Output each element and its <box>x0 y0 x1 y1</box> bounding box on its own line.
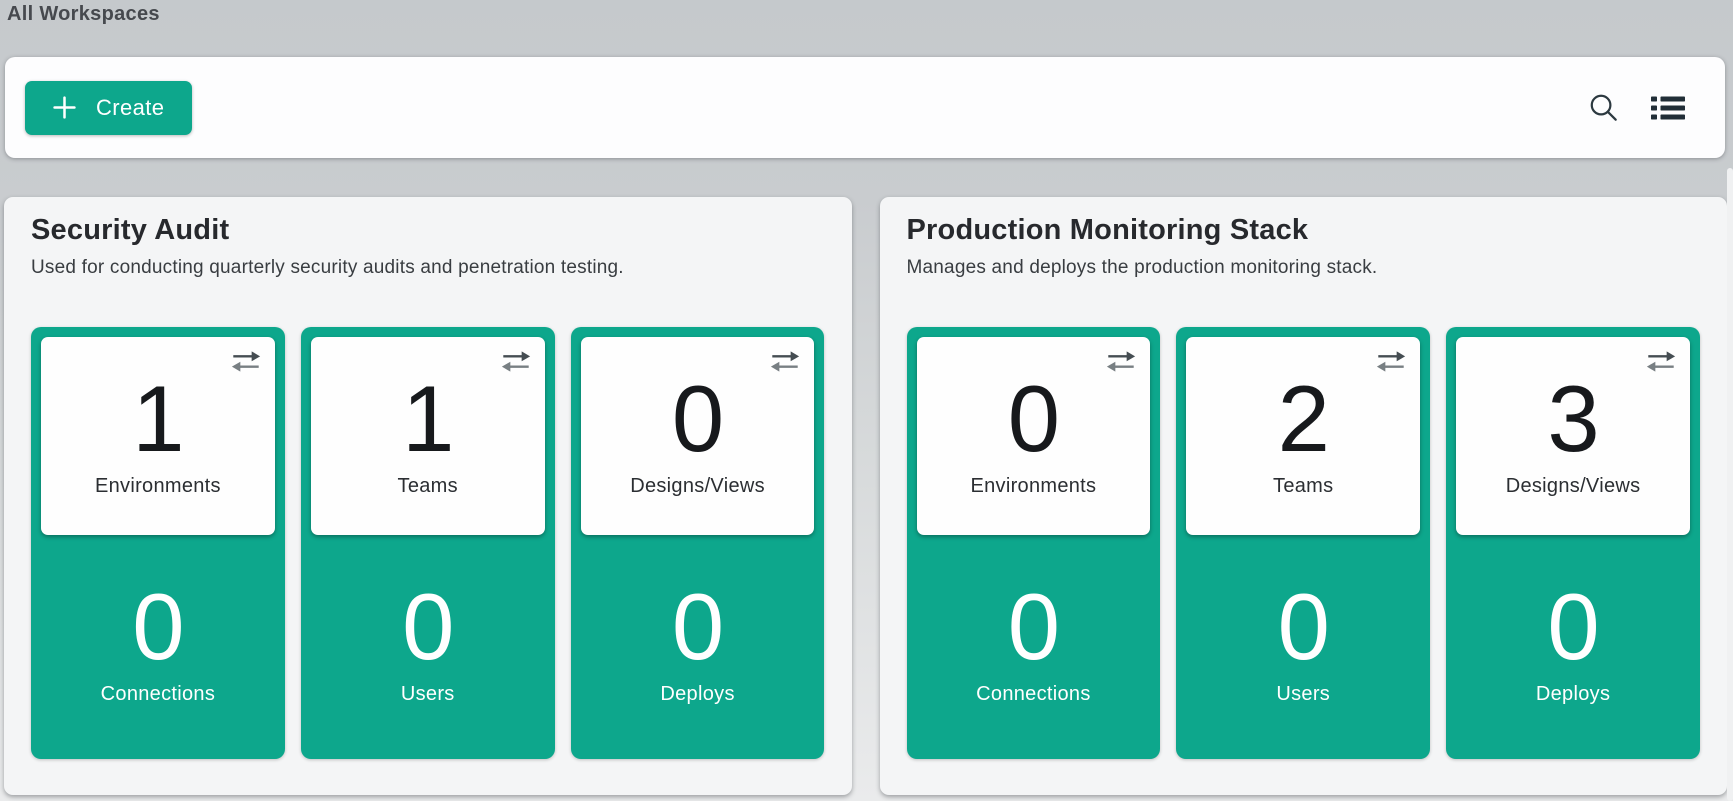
workspace-description: Used for conducting quarterly security a… <box>31 257 825 279</box>
tile-top-panel[interactable]: 1 Teams <box>311 337 545 535</box>
tile-top-label: Environments <box>970 475 1096 498</box>
swap-arrows-icon[interactable] <box>1645 349 1677 374</box>
plus-icon <box>53 96 76 119</box>
tile-top-panel[interactable]: 0 Designs/Views <box>581 337 815 535</box>
stat-tile-designs-views[interactable]: 0 Designs/Views 0 Deploys <box>571 327 825 759</box>
stat-tiles: 1 Environments 0 Connections 1 Teams <box>31 327 825 759</box>
tile-bottom-value: 0 <box>672 582 723 671</box>
tile-top-panel[interactable]: 3 Designs/Views <box>1456 337 1690 535</box>
workspace-list: Security Audit Used for conducting quart… <box>4 197 1727 795</box>
stat-tiles: 0 Environments 0 Connections 2 Teams <box>907 327 1701 759</box>
tile-top-value: 2 <box>1278 374 1329 463</box>
tile-bottom-label: Deploys <box>1536 683 1610 706</box>
swap-arrows-icon[interactable] <box>1105 349 1137 374</box>
workspace-title: Production Monitoring Stack <box>907 213 1701 247</box>
list-view-icon <box>1651 96 1685 120</box>
tile-top-value: 1 <box>132 374 183 463</box>
workspace-description: Manages and deploys the production monit… <box>907 257 1701 279</box>
tile-top-label: Environments <box>95 475 221 498</box>
stat-tile-environments[interactable]: 0 Environments 0 Connections <box>907 327 1161 759</box>
swap-arrows-icon[interactable] <box>500 349 532 374</box>
tile-top-panel[interactable]: 0 Environments <box>917 337 1151 535</box>
tile-bottom-label: Connections <box>976 683 1090 706</box>
tile-top-value: 0 <box>1008 374 1059 463</box>
tile-bottom-panel[interactable]: 0 Connections <box>917 535 1151 759</box>
tile-top-label: Teams <box>398 475 458 498</box>
tile-bottom-panel[interactable]: 0 Deploys <box>581 535 815 759</box>
tile-bottom-value: 0 <box>1008 582 1059 671</box>
workspace-card-security-audit: Security Audit Used for conducting quart… <box>4 197 852 795</box>
tile-bottom-panel[interactable]: 0 Users <box>1186 535 1420 759</box>
tile-bottom-label: Deploys <box>660 683 734 706</box>
tile-top-label: Designs/Views <box>630 475 765 498</box>
create-button-label: Create <box>96 95 164 121</box>
list-view-button[interactable] <box>1646 91 1690 125</box>
workspace-title: Security Audit <box>31 213 825 247</box>
tile-bottom-value: 0 <box>1278 582 1329 671</box>
tile-bottom-value: 0 <box>1547 582 1598 671</box>
search-icon <box>1588 92 1619 123</box>
tile-bottom-label: Users <box>401 683 455 706</box>
stat-tile-environments[interactable]: 1 Environments 0 Connections <box>31 327 285 759</box>
tile-top-value: 1 <box>402 374 453 463</box>
swap-arrows-icon[interactable] <box>769 349 801 374</box>
page-title: All Workspaces <box>0 0 1733 26</box>
tile-top-value: 3 <box>1547 374 1598 463</box>
tile-bottom-panel[interactable]: 0 Deploys <box>1456 535 1690 759</box>
tile-top-label: Designs/Views <box>1506 475 1641 498</box>
scrollbar[interactable] <box>1727 168 1733 801</box>
workspace-card-production-monitoring-stack: Production Monitoring Stack Manages and … <box>880 197 1728 795</box>
stat-tile-teams[interactable]: 1 Teams 0 Users <box>301 327 555 759</box>
tile-top-label: Teams <box>1273 475 1333 498</box>
tile-top-value: 0 <box>672 374 723 463</box>
swap-arrows-icon[interactable] <box>1375 349 1407 374</box>
stat-tile-designs-views[interactable]: 3 Designs/Views 0 Deploys <box>1446 327 1700 759</box>
tile-bottom-value: 0 <box>402 582 453 671</box>
tile-bottom-label: Users <box>1276 683 1330 706</box>
create-button[interactable]: Create <box>25 81 192 135</box>
search-button[interactable] <box>1583 87 1624 128</box>
tile-top-panel[interactable]: 1 Environments <box>41 337 275 535</box>
toolbar: Create <box>5 57 1725 158</box>
tile-bottom-panel[interactable]: 0 Connections <box>41 535 275 759</box>
tile-bottom-panel[interactable]: 0 Users <box>311 535 545 759</box>
stat-tile-teams[interactable]: 2 Teams 0 Users <box>1176 327 1430 759</box>
tile-bottom-value: 0 <box>132 582 183 671</box>
swap-arrows-icon[interactable] <box>230 349 262 374</box>
tile-top-panel[interactable]: 2 Teams <box>1186 337 1420 535</box>
tile-bottom-label: Connections <box>101 683 215 706</box>
